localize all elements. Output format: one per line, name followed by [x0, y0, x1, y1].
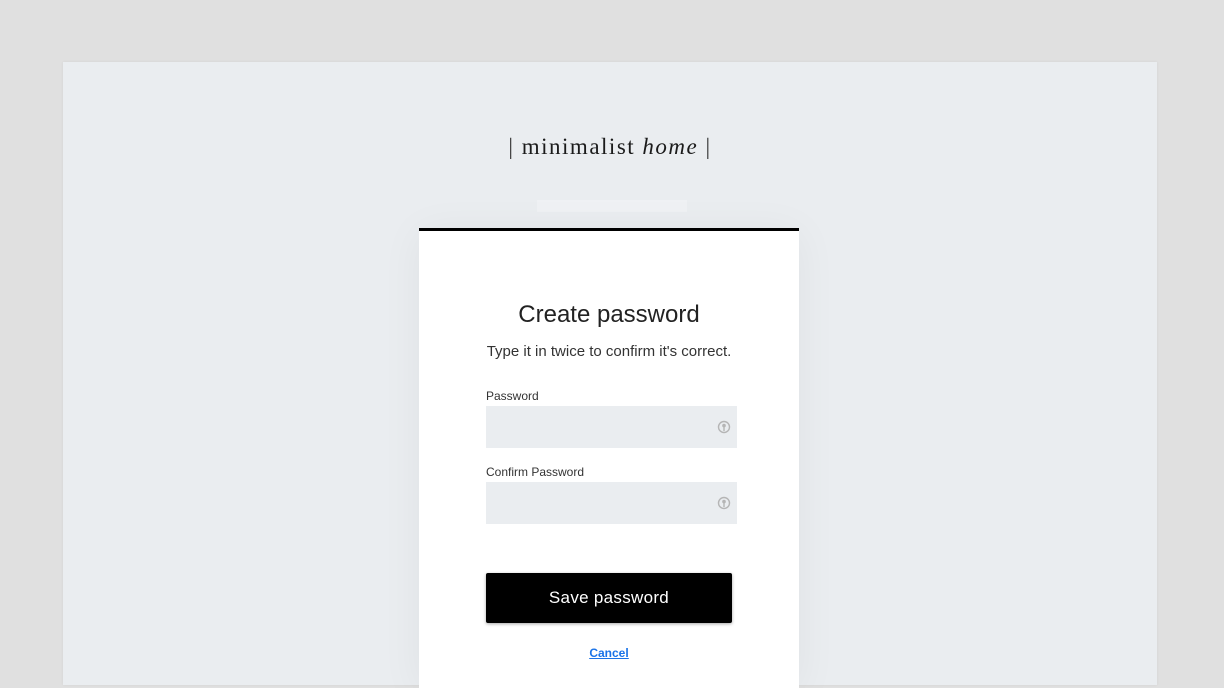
logo-word-minimalist: minimalist [521, 134, 636, 159]
brand-logo: | minimalist home | [63, 132, 1157, 162]
confirm-password-field [486, 482, 737, 524]
password-label: Password [486, 389, 539, 403]
page-title: Create password [518, 301, 700, 328]
key-icon[interactable] [717, 496, 731, 510]
password-input[interactable] [486, 406, 701, 448]
password-field [486, 406, 737, 448]
page-subtitle: Type it in twice to confirm it's correct… [486, 343, 732, 360]
logo-bar-left: | [508, 134, 515, 159]
logo-word-home: home [642, 134, 699, 159]
cancel-link-wrap: Cancel [419, 645, 799, 661]
decorative-divider [537, 200, 687, 212]
key-icon[interactable] [717, 420, 731, 434]
save-password-button[interactable]: Save password [486, 573, 732, 623]
cancel-link[interactable]: Cancel [589, 646, 628, 660]
password-card: Create password Type it in twice to conf… [419, 228, 799, 688]
logo-bar-right: | [705, 134, 712, 159]
confirm-password-input[interactable] [486, 482, 701, 524]
page-background: | minimalist home | Create password Type… [63, 62, 1157, 688]
confirm-password-label: Confirm Password [486, 465, 585, 479]
